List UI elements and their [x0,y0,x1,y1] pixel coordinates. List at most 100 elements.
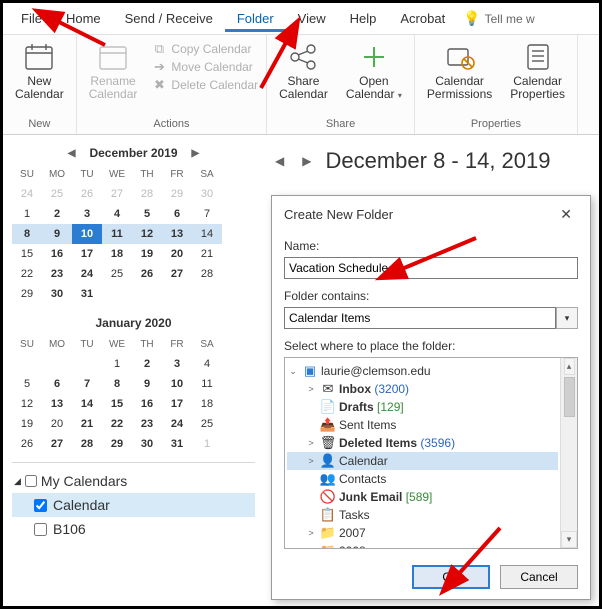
cal-day[interactable]: 15 [12,244,42,264]
cal-day[interactable]: 16 [132,394,162,414]
tree-item[interactable]: >📁2007 [287,524,558,542]
cal-prev-month[interactable]: ◀ [62,148,82,159]
cal-day[interactable]: 6 [42,374,72,394]
cal-day[interactable]: 2 [42,204,72,224]
cal-day[interactable]: 4 [102,204,132,224]
tree-item[interactable]: 📄Drafts [129] [287,398,558,416]
cal-day[interactable]: 20 [162,244,192,264]
cal-day[interactable]: 28 [72,434,102,454]
cal-day[interactable]: 1 [192,434,222,454]
cal-day[interactable]: 13 [42,394,72,414]
cal-day[interactable]: 6 [162,204,192,224]
cal-day[interactable]: 15 [102,394,132,414]
cal-day[interactable]: 1 [102,354,132,374]
ok-button[interactable]: OK [412,565,490,589]
cal-day[interactable]: 12 [132,224,162,244]
cal-day[interactable]: 9 [42,224,72,244]
tree-root[interactable]: ⌄▣laurie@clemson.edu [287,362,558,380]
cal-day[interactable]: 10 [72,224,102,244]
cal-day[interactable]: 11 [192,374,222,394]
cal-day[interactable]: 4 [192,354,222,374]
calendar-list-item[interactable]: B106 [12,517,255,541]
cal-day[interactable]: 1 [12,204,42,224]
tab-acrobat[interactable]: Acrobat [388,5,457,32]
calendar-properties-button[interactable]: Calendar Properties [506,39,569,103]
cal-day[interactable]: 7 [72,374,102,394]
cal-day[interactable]: 16 [42,244,72,264]
cal-day[interactable]: 5 [132,204,162,224]
cal-day[interactable]: 23 [132,414,162,434]
tab-folder[interactable]: Folder [225,5,286,32]
cal-day[interactable]: 8 [102,374,132,394]
cal-day[interactable]: 29 [102,434,132,454]
expand-icon[interactable]: > [305,456,317,466]
cal-day[interactable]: 3 [72,204,102,224]
calendar-checkbox[interactable] [34,499,47,512]
cal-day[interactable]: 31 [72,284,102,304]
cal-day[interactable]: 26 [72,184,102,204]
cal-day[interactable]: 10 [162,374,192,394]
cal-day[interactable]: 18 [102,244,132,264]
cal-day[interactable]: 19 [132,244,162,264]
tree-item[interactable]: 👥Contacts [287,470,558,488]
tree-item[interactable]: 🚫Junk Email [589] [287,488,558,506]
cancel-button[interactable]: Cancel [500,565,578,589]
cal-day[interactable]: 7 [192,204,222,224]
cal-day[interactable]: 13 [162,224,192,244]
folder-tree[interactable]: ⌄▣laurie@clemson.edu>✉Inbox (3200)📄Draft… [285,358,560,548]
mini-calendar-december[interactable]: ◀ December 2019 ▶ SUMOTUWETHFRSA24252627… [12,142,255,304]
tab-home[interactable]: Home [54,5,113,32]
tab-view[interactable]: View [286,5,338,32]
expand-icon[interactable]: ⌄ [287,366,299,377]
tree-item[interactable]: >🗑Deleted Items (3596) [287,434,558,452]
cal-day[interactable]: 14 [192,224,222,244]
cal-day[interactable]: 31 [162,434,192,454]
cal-day[interactable]: 27 [162,264,192,284]
next-week[interactable]: ▶ [298,154,315,168]
contains-select[interactable] [284,307,556,329]
cal-day[interactable]: 21 [192,244,222,264]
cal-day[interactable]: 17 [72,244,102,264]
cal-day[interactable]: 27 [42,434,72,454]
my-calendars-header[interactable]: ◢ My Calendars [12,469,255,493]
expand-icon[interactable]: > [305,384,317,394]
cal-day[interactable]: 25 [42,184,72,204]
cal-day[interactable]: 28 [192,264,222,284]
tree-item[interactable]: >👤Calendar [287,452,558,470]
scroll-down-button[interactable]: ▾ [561,531,577,548]
calendar-list-item[interactable]: Calendar [12,493,255,517]
cal-day[interactable]: 24 [162,414,192,434]
calendar-checkbox[interactable] [34,523,47,536]
cal-day[interactable]: 19 [12,414,42,434]
tree-item[interactable]: >✉Inbox (3200) [287,380,558,398]
cal-day[interactable]: 20 [42,414,72,434]
cal-day[interactable]: 11 [102,224,132,244]
cal-day[interactable]: 23 [42,264,72,284]
cal-day[interactable]: 5 [12,374,42,394]
tree-item[interactable]: >📁2008 [287,542,558,548]
cal-day[interactable]: 2 [132,354,162,374]
tree-scrollbar[interactable]: ▴ ▾ [560,358,577,548]
cal-day[interactable]: 9 [132,374,162,394]
cal-day[interactable]: 24 [12,184,42,204]
cal-day[interactable]: 28 [132,184,162,204]
tree-item[interactable]: 📤Sent Items [287,416,558,434]
close-button[interactable]: ✕ [554,204,578,225]
cal-day[interactable]: 14 [72,394,102,414]
cal-day[interactable]: 29 [12,284,42,304]
share-calendar-button[interactable]: Share Calendar [275,39,332,103]
tab-sendreceive[interactable]: Send / Receive [113,5,225,32]
tab-help[interactable]: Help [338,5,389,32]
tree-item[interactable]: 📋Tasks [287,506,558,524]
cal-day[interactable]: 25 [192,414,222,434]
cal-day[interactable]: 21 [72,414,102,434]
cal-day[interactable]: 25 [102,264,132,284]
expand-icon[interactable]: > [305,438,317,448]
contains-dropdown-button[interactable]: ▾ [556,307,578,329]
cal-day[interactable]: 30 [132,434,162,454]
cal-day[interactable]: 18 [192,394,222,414]
cal-day[interactable]: 22 [12,264,42,284]
expand-icon[interactable]: > [305,528,317,538]
prev-week[interactable]: ◀ [271,154,288,168]
cal-day[interactable]: 30 [192,184,222,204]
